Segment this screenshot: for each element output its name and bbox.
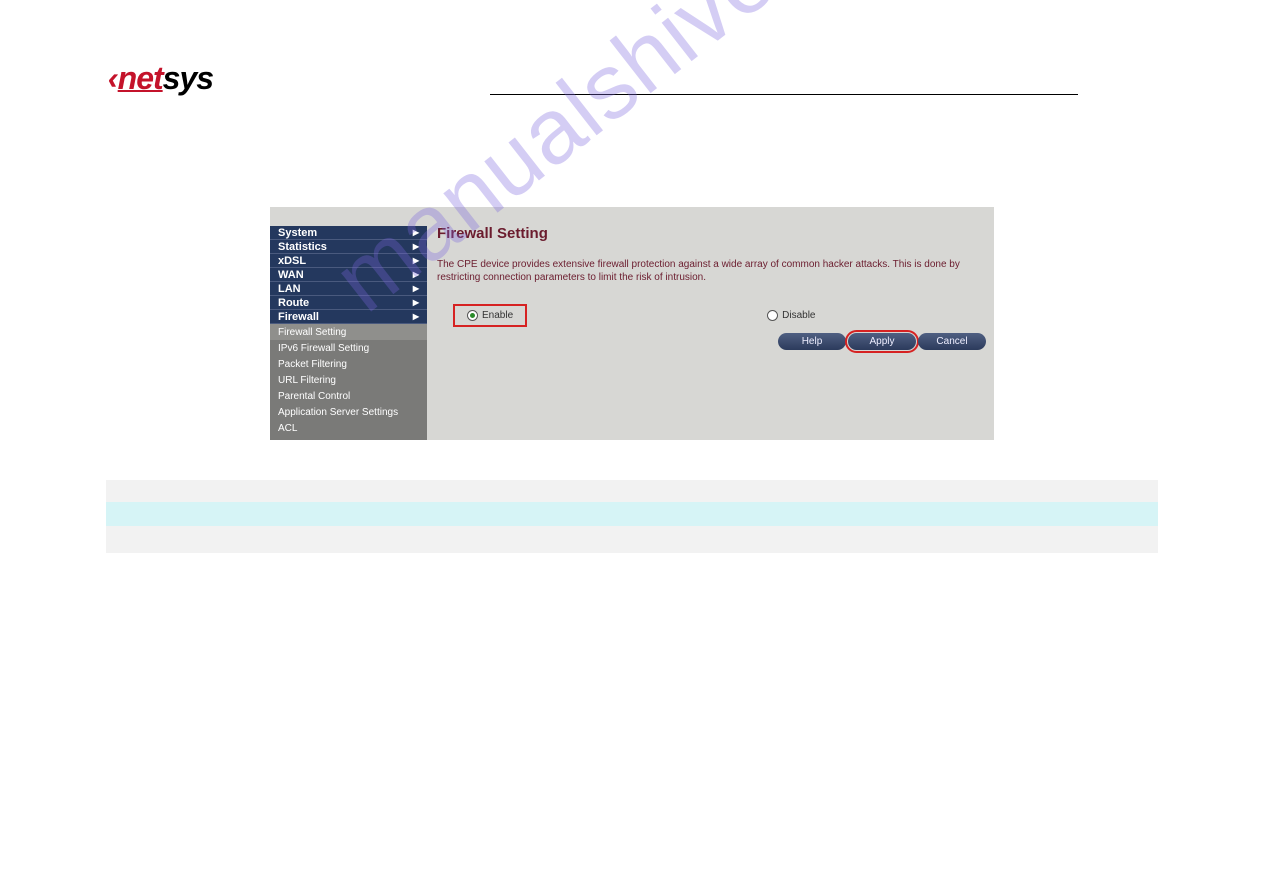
nav-item-route[interactable]: Route▶ (270, 296, 427, 310)
cancel-button[interactable]: Cancel (918, 333, 986, 350)
nav-sub-ipv6-firewall[interactable]: IPv6 Firewall Setting (270, 340, 427, 356)
enable-label: Enable (482, 310, 513, 321)
chevron-right-icon: ▶ (413, 256, 419, 265)
apply-button[interactable]: Apply (848, 333, 916, 350)
nav-sub-app-server[interactable]: Application Server Settings (270, 404, 427, 420)
disable-radio-group[interactable]: Disable (757, 306, 825, 325)
radio-unselected-icon (767, 310, 778, 321)
header-divider (490, 94, 1078, 95)
nav-sub-url-filtering[interactable]: URL Filtering (270, 372, 427, 388)
chevron-right-icon: ▶ (413, 298, 419, 307)
panel-description: The CPE device provides extensive firewa… (437, 258, 984, 284)
enable-radio-group[interactable]: Enable (453, 304, 527, 327)
logo-part-net: net (118, 60, 163, 96)
help-button[interactable]: Help (778, 333, 846, 350)
nav-item-xdsl[interactable]: xDSL▶ (270, 254, 427, 268)
nav-item-lan[interactable]: LAN▶ (270, 282, 427, 296)
sidebar-nav: System▶ Statistics▶ xDSL▶ WAN▶ LAN▶ Rout… (270, 207, 427, 440)
logo-part-sys: sys (163, 60, 213, 96)
chevron-right-icon: ▶ (413, 284, 419, 293)
chevron-right-icon: ▶ (413, 242, 419, 251)
panel-title: Firewall Setting (437, 225, 984, 242)
nav-sub-parental-control[interactable]: Parental Control (270, 388, 427, 404)
nav-item-wan[interactable]: WAN▶ (270, 268, 427, 282)
radio-selected-icon (467, 310, 478, 321)
firewall-toggle-row: Enable Disable (437, 304, 984, 327)
nav-item-firewall[interactable]: Firewall▶ (270, 310, 427, 324)
brand-logo: ‹netsys (108, 60, 213, 97)
content-panel: Firewall Setting The CPE device provides… (427, 207, 994, 440)
nav-item-statistics[interactable]: Statistics▶ (270, 240, 427, 254)
disable-label: Disable (782, 310, 815, 321)
note-stripe-block (106, 480, 1158, 553)
action-button-row: Help Apply Cancel (778, 333, 986, 350)
nav-spacer (270, 207, 427, 226)
highlight-stripe (106, 502, 1158, 526)
chevron-right-icon: ▶ (413, 270, 419, 279)
nav-sub-firewall-setting[interactable]: Firewall Setting (270, 324, 427, 340)
nav-sub-packet-filtering[interactable]: Packet Filtering (270, 356, 427, 372)
nav-item-system[interactable]: System▶ (270, 226, 427, 240)
chevron-right-icon: ▶ (413, 228, 419, 237)
nav-sub-acl[interactable]: ACL (270, 420, 427, 436)
chevron-right-icon: ▶ (413, 312, 419, 321)
router-admin-screenshot: System▶ Statistics▶ xDSL▶ WAN▶ LAN▶ Rout… (270, 207, 994, 440)
